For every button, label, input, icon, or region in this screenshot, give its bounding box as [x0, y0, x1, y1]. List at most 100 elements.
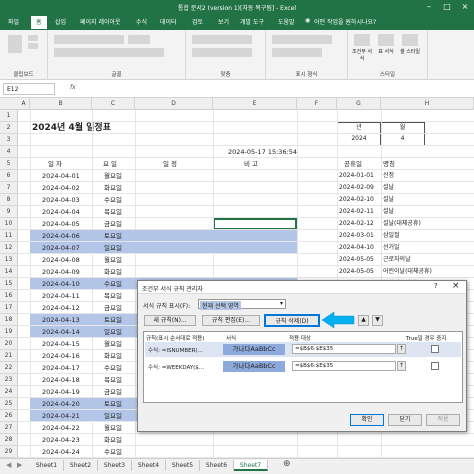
tab-formulas[interactable]: 수식 — [136, 17, 147, 26]
weekday-cell[interactable]: 월요일 — [104, 338, 122, 350]
column-e[interactable]: E — [213, 98, 297, 110]
column-c[interactable]: C — [92, 98, 135, 110]
date-cell[interactable]: 2024-04-22 — [42, 422, 80, 434]
sheet-tab-sheet1[interactable]: Sheet1 — [30, 460, 64, 471]
tab-view[interactable]: 보기 — [218, 17, 229, 26]
weekday-cell[interactable]: 목요일 — [104, 290, 122, 302]
name-box[interactable]: E12 — [3, 83, 55, 95]
row-header[interactable]: 27 — [0, 422, 18, 434]
row-header[interactable]: 19 — [0, 326, 18, 338]
row-header[interactable]: 14 — [0, 266, 18, 278]
new-rule-button[interactable]: 새 규칙(N)... — [144, 315, 196, 326]
holiday-name-cell[interactable]: 근로자의날 — [383, 254, 411, 266]
date-cell[interactable]: 2024-04-21 — [42, 410, 80, 422]
row-header[interactable]: 18 — [0, 314, 18, 326]
row-header[interactable]: 5 — [0, 158, 18, 170]
date-cell[interactable]: 2024-04-13 — [42, 314, 80, 326]
row-header[interactable]: 1 — [0, 110, 18, 122]
date-cell[interactable]: 2024-04-19 — [42, 386, 80, 398]
date-cell[interactable]: 2024-04-06 — [42, 230, 80, 242]
conditional-format-button[interactable]: 조건부 서식 — [350, 48, 374, 62]
ok-button[interactable]: 확인 — [350, 414, 384, 426]
column-b[interactable]: B — [30, 98, 92, 110]
rule-2-applies[interactable]: =$B$6:$E$35 — [292, 361, 396, 371]
row-header[interactable]: 17 — [0, 302, 18, 314]
tab-home[interactable]: 홈 — [31, 16, 47, 29]
holiday-date-cell[interactable]: 2024-02-10 — [339, 194, 374, 206]
weekday-cell[interactable]: 금요일 — [104, 218, 122, 230]
row-header[interactable]: 20 — [0, 338, 18, 350]
apply-button[interactable]: 적용 — [426, 414, 460, 426]
add-sheet-icon[interactable]: ⊕ — [283, 459, 291, 469]
tell-me-input[interactable]: 어떤 작업을 원하시나요? — [314, 17, 376, 26]
weekday-cell[interactable]: 토요일 — [104, 230, 122, 242]
weekday-cell[interactable]: 토요일 — [104, 398, 122, 410]
holiday-name-cell[interactable]: 설날 — [383, 194, 394, 206]
sheet-tab-sheet7[interactable]: Sheet7 — [234, 460, 268, 471]
show-rules-select[interactable]: 현재 선택 영역 ▾ — [198, 299, 286, 310]
dialog-close-icon[interactable]: × — [452, 281, 460, 291]
date-cell[interactable]: 2024-04-24 — [42, 446, 80, 458]
date-cell[interactable]: 2024-04-17 — [42, 362, 80, 374]
weekday-cell[interactable]: 월요일 — [104, 254, 122, 266]
date-cell[interactable]: 2024-04-02 — [42, 182, 80, 194]
edit-rule-button[interactable]: 규칙 편집(E)... — [202, 315, 260, 326]
tab-data[interactable]: 데이터 — [160, 17, 177, 26]
date-cell[interactable]: 2024-04-23 — [42, 434, 80, 446]
row-header[interactable]: 13 — [0, 254, 18, 266]
row-header[interactable]: 8 — [0, 194, 18, 206]
weekday-cell[interactable]: 금요일 — [104, 386, 122, 398]
holiday-name-cell[interactable]: 삼일절 — [383, 230, 400, 242]
row-header[interactable]: 29 — [0, 446, 18, 458]
row-header[interactable]: 3 — [0, 134, 18, 146]
align-top-buttons[interactable] — [192, 35, 252, 44]
holiday-date-cell[interactable]: 2024-05-05 — [339, 266, 374, 278]
holiday-name-cell[interactable]: 설날 — [383, 206, 394, 218]
weekday-cell[interactable]: 화요일 — [104, 266, 122, 278]
tab-developer[interactable]: 개발 도구 — [240, 17, 264, 26]
date-cell[interactable]: 2024-04-09 — [42, 266, 80, 278]
holiday-name-cell[interactable]: 설날(대체공휴) — [383, 218, 421, 230]
date-cell[interactable]: 2024-04-18 — [42, 374, 80, 386]
rule-row-1[interactable]: 수식: =ISNUMBER(... 가나다AaBbCc =$B$6:$E$35 … — [145, 342, 461, 357]
holiday-date-cell[interactable]: 2024-02-12 — [339, 218, 374, 230]
move-down-icon[interactable]: ▼ — [372, 315, 383, 326]
fx-icon[interactable]: fx — [70, 84, 76, 91]
holiday-date-cell[interactable]: 2024-02-11 — [339, 206, 374, 218]
move-up-icon[interactable]: ▲ — [358, 315, 369, 326]
sheet-tab-sheet4[interactable]: Sheet4 — [132, 460, 166, 471]
table-format-icon[interactable] — [378, 34, 394, 46]
cell-style-button[interactable]: 셀 스타일 — [400, 48, 420, 55]
holiday-name-cell[interactable]: 선거일 — [383, 242, 400, 254]
date-cell[interactable]: 2024-04-20 — [42, 398, 80, 410]
weekday-cell[interactable]: 일요일 — [104, 410, 122, 422]
rule-2-range-icon[interactable]: ↑ — [397, 361, 406, 371]
date-cell[interactable]: 2024-04-11 — [42, 290, 80, 302]
font-size-select[interactable] — [128, 35, 150, 44]
weekday-cell[interactable]: 월요일 — [104, 422, 122, 434]
row-header[interactable]: 21 — [0, 350, 18, 362]
tab-insert[interactable]: 삽입 — [55, 17, 66, 26]
row-header[interactable]: 12 — [0, 242, 18, 254]
weekday-cell[interactable]: 일요일 — [104, 242, 122, 254]
weekday-cell[interactable]: 금요일 — [104, 302, 122, 314]
column-a[interactable]: A — [18, 98, 30, 110]
weekday-cell[interactable]: 토요일 — [104, 314, 122, 326]
column-g[interactable]: G — [337, 98, 381, 110]
date-cell[interactable]: 2024-04-01 — [42, 170, 80, 182]
close-button[interactable]: 닫기 — [388, 414, 422, 426]
rule-1-applies[interactable]: =$B$6:$E$35 — [292, 344, 396, 354]
tab-scroll-right-icon[interactable]: ▶ — [17, 461, 22, 469]
cut-icon[interactable] — [28, 35, 38, 41]
copy-icon[interactable] — [28, 43, 38, 49]
row-header[interactable]: 9 — [0, 206, 18, 218]
rule-1-stop-checkbox[interactable] — [431, 345, 439, 353]
row-header[interactable]: 22 — [0, 362, 18, 374]
sheet-tab-sheet2[interactable]: Sheet2 — [64, 460, 98, 471]
close-icon[interactable]: × — [456, 0, 474, 14]
date-cell[interactable]: 2024-04-03 — [42, 194, 80, 206]
tab-scroll-left-icon[interactable]: ◀ — [6, 461, 11, 469]
maximize-icon[interactable]: □ — [438, 0, 456, 14]
font-format-buttons[interactable] — [54, 48, 164, 57]
holiday-date-cell[interactable]: 2024-03-01 — [339, 230, 374, 242]
